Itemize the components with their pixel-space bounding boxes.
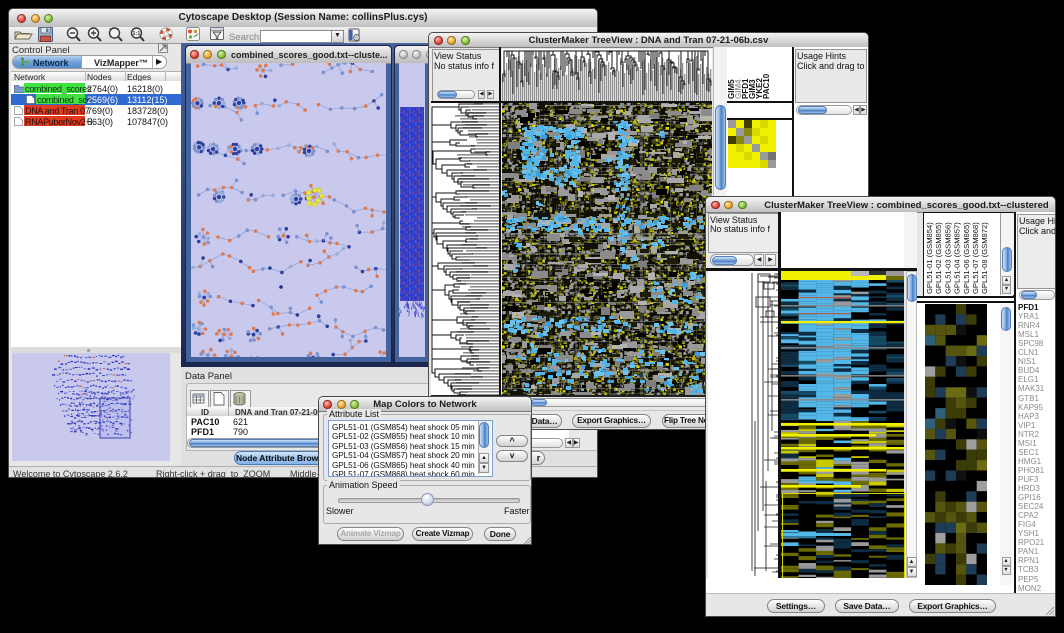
svg-text:1:1: 1:1	[133, 31, 141, 37]
svg-text:GPL51-01 (GSM854): GPL51-01 (GSM854)	[925, 222, 934, 294]
svg-text:GPL51-08 (GSM872): GPL51-08 (GSM872)	[980, 222, 989, 294]
svg-text:PAC10: PAC10	[762, 73, 771, 99]
svg-text:GPL51-06 (GSM865): GPL51-06 (GSM865)	[962, 222, 971, 294]
svg-text:GPL51-02 (GSM855): GPL51-02 (GSM855)	[934, 222, 943, 294]
svg-text:GPL51-04 (GSM857): GPL51-04 (GSM857)	[953, 222, 962, 294]
svg-text:GPL51-03 (GSM856): GPL51-03 (GSM856)	[943, 222, 952, 294]
svg-text:GPL51-07 (GSM868): GPL51-07 (GSM868)	[971, 222, 980, 294]
